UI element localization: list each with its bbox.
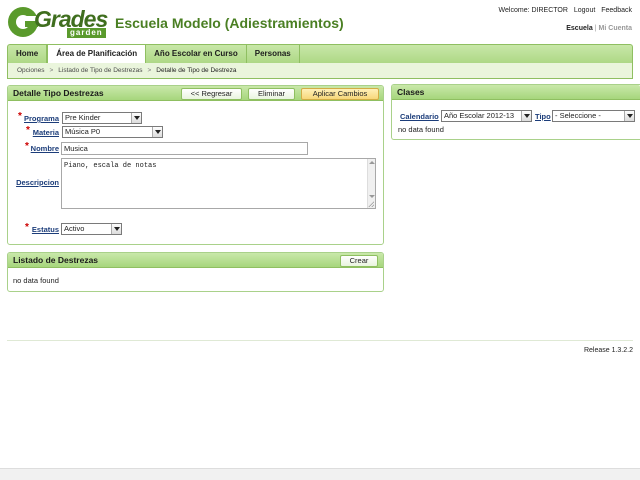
window-bottom-bar [0, 468, 640, 480]
descripcion-textarea[interactable]: Piano, escala de notas [61, 158, 376, 209]
user-links: Welcome: DIRECTOR Logout Feedback [499, 7, 632, 14]
calendario-label[interactable]: Calendario [400, 112, 439, 121]
nombre-label[interactable]: Nombre [28, 144, 59, 153]
estatus-label[interactable]: Estatus [29, 225, 59, 234]
chevron-down-icon [111, 224, 121, 234]
grades-garden-logo[interactable]: Grades garden [8, 6, 108, 38]
tipo-select[interactable]: - Seleccione - [552, 110, 635, 122]
materia-select[interactable]: Música P0 [62, 126, 163, 138]
context-escuela-link[interactable]: Escuela [566, 25, 592, 32]
breadcrumb-opciones[interactable]: Opciones [17, 67, 44, 74]
regresar-button[interactable]: << Regresar [181, 88, 242, 100]
chevron-down-icon [131, 113, 141, 123]
chevron-down-icon [624, 111, 634, 121]
context-separator: | [594, 25, 597, 32]
clases-title: Clases [397, 87, 425, 97]
footer-divider [7, 340, 633, 341]
app-header: Grades garden Escuela Modelo (Adiestrami… [0, 0, 640, 44]
school-title: Escuela Modelo (Adiestramientos) [115, 15, 344, 31]
programa-label[interactable]: Programa [24, 114, 59, 123]
destrezas-empty-text: no data found [13, 276, 59, 285]
tab-home[interactable]: Home [8, 45, 48, 63]
detalle-panel-title: Detalle Tipo Destrezas [13, 88, 104, 98]
breadcrumb: Opciones > Listado de Tipo de Destrezas > De… [7, 63, 633, 79]
breadcrumb-arrow-icon: > [49, 67, 54, 74]
chevron-down-icon [152, 127, 162, 137]
clases-empty-text: no data found [398, 125, 444, 134]
breadcrumb-arrow-icon: > [147, 67, 152, 74]
nombre-input[interactable]: Musica [61, 142, 308, 155]
feedback-link[interactable]: Feedback [601, 7, 632, 14]
aplicar-cambios-button[interactable]: Aplicar Cambios [301, 88, 379, 100]
context-mi-cuenta-link[interactable]: Mi Cuenta [599, 25, 632, 32]
materia-label[interactable]: Materia [30, 128, 59, 137]
context-switcher: Escuela | Mi Cuenta [566, 25, 632, 32]
tab-ano-escolar-en-curso[interactable]: Año Escolar en Curso [146, 45, 247, 63]
main-nav: Home Área de Planificación Año Escolar e… [7, 44, 633, 63]
tipo-label[interactable]: Tipo [535, 112, 551, 121]
listado-destrezas-panel: Listado de Destrezas Crear no data found [7, 252, 384, 292]
calendario-select[interactable]: Año Escolar 2012-13 [441, 110, 532, 122]
listado-destrezas-title: Listado de Destrezas [13, 255, 99, 265]
logout-link[interactable]: Logout [574, 7, 595, 14]
logo-subword: garden [67, 28, 106, 38]
breadcrumb-current: Detalle de Tipo de Destreza [156, 67, 237, 74]
detalle-panel: Detalle Tipo Destrezas << Regresar Elimi… [7, 85, 384, 245]
tab-personas[interactable]: Personas [247, 45, 300, 63]
breadcrumb-listado[interactable]: Listado de Tipo de Destrezas [58, 67, 142, 74]
resize-grip-icon[interactable] [368, 201, 374, 207]
estatus-select[interactable]: Activo [61, 223, 122, 235]
release-version: Release 1.3.2.2 [583, 347, 633, 354]
programa-select[interactable]: Pre Kinder [62, 112, 142, 124]
required-marker: * [18, 111, 22, 122]
welcome-text: Welcome: DIRECTOR [498, 7, 568, 14]
tab-area-de-planificacion[interactable]: Área de Planificación [47, 45, 147, 63]
clases-panel: Clases Calendario Año Escolar 2012-13 Ti… [391, 84, 640, 140]
chevron-down-icon [521, 111, 531, 121]
crear-button[interactable]: Crear [340, 255, 378, 267]
eliminar-button[interactable]: Eliminar [248, 88, 295, 100]
descripcion-label[interactable]: Descripcion [14, 178, 59, 187]
